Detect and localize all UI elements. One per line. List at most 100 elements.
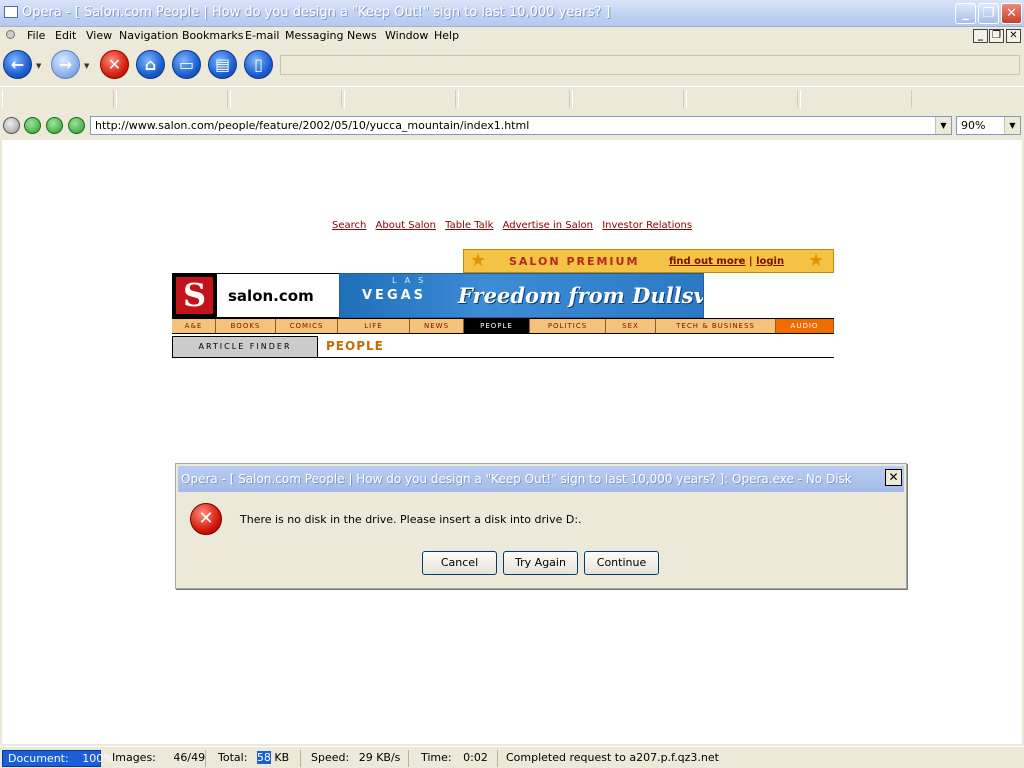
menu-edit[interactable]: Edit (55, 29, 76, 42)
address-field[interactable]: http://www.salon.com/people/feature/2002… (90, 116, 952, 135)
print-icon: ▤ (214, 55, 231, 74)
cancel-button[interactable]: Cancel (422, 551, 497, 575)
status-speed: Speed: 29 KB/s (306, 750, 409, 767)
address-url: http://www.salon.com/people/feature/2002… (95, 119, 530, 132)
opera-window: Opera - [ Salon.com People | How do you … (0, 0, 1024, 768)
section-politics[interactable]: POLITICS (530, 319, 606, 333)
back-arrow-icon: ← (10, 55, 25, 74)
minimize-button[interactable]: _ (955, 3, 976, 24)
premium-links: find out more | login (669, 256, 784, 267)
personal-bar-slot[interactable] (800, 90, 912, 108)
section-books[interactable]: BOOKS (216, 319, 276, 333)
status-document-label: Document: (8, 752, 69, 765)
login-link[interactable]: login (756, 256, 784, 267)
mdi-close-button[interactable]: ✕ (1006, 29, 1021, 43)
ad-slogan: Freedom from Dullsville (458, 283, 703, 308)
status-total-unit: KB (274, 751, 290, 764)
section-audio[interactable]: AUDIO (776, 319, 834, 333)
menu-bar: File Edit View Navigation Bookmarks E-ma… (0, 27, 1024, 46)
personal-bar-slot[interactable] (458, 90, 570, 108)
section-news[interactable]: NEWS (410, 319, 464, 333)
status-images-label: Images: (112, 751, 156, 764)
bookmark-icon[interactable] (68, 117, 85, 134)
article-finder-button[interactable]: ARTICLE FINDER (172, 336, 318, 358)
address-dropdown-icon[interactable]: ▼ (935, 117, 951, 134)
menu-window[interactable]: Window (385, 29, 428, 42)
dialog-title: Opera - [ Salon.com People | How do you … (181, 472, 852, 486)
link-table-talk[interactable]: Table Talk (445, 220, 493, 231)
star-icon: ★ (808, 250, 825, 271)
home-button[interactable]: ⌂ (136, 50, 165, 79)
continue-button[interactable]: Continue (584, 551, 659, 575)
try-again-button[interactable]: Try Again (503, 551, 578, 575)
find-out-more-link[interactable]: find out more (669, 256, 745, 267)
status-images: Images: 46/49 (107, 750, 206, 767)
menu-email[interactable]: E-mail (245, 29, 280, 42)
restore-button[interactable]: ❐ (978, 3, 999, 24)
view-icon[interactable] (24, 117, 41, 134)
close-icon: ✕ (1006, 6, 1017, 21)
personal-bar-slot[interactable] (230, 90, 342, 108)
restore-icon: ❐ (982, 6, 995, 21)
menu-view[interactable]: View (86, 29, 112, 42)
stop-button[interactable]: ✕ (100, 50, 129, 79)
menu-bookmarks[interactable]: Bookmarks (182, 29, 243, 42)
salon-logo[interactable]: S (172, 273, 217, 318)
address-bar-row: http://www.salon.com/people/feature/2002… (0, 113, 1024, 139)
section-people[interactable]: PEOPLE (464, 319, 530, 333)
zoom-select[interactable]: 90% ▼ (956, 116, 1021, 135)
dialog-close-button[interactable]: ✕ (885, 469, 902, 486)
status-speed-label: Speed: (311, 751, 350, 764)
forward-button[interactable]: → (51, 50, 80, 79)
link-investor-relations[interactable]: Investor Relations (602, 220, 692, 231)
menu-news[interactable]: News (347, 29, 377, 42)
mdi-restore-button[interactable]: ❐ (989, 29, 1004, 43)
link-search[interactable]: Search (332, 220, 366, 231)
status-total-value: 58 (256, 751, 271, 764)
top-links: Search About Salon Table Talk Advertise … (2, 220, 1022, 231)
premium-separator: | (748, 256, 753, 267)
mdi-minimize-button[interactable]: _ (973, 29, 988, 43)
personal-bar-slot[interactable] (572, 90, 684, 108)
link-advertise[interactable]: Advertise in Salon (503, 220, 593, 231)
menu-help[interactable]: Help (434, 29, 459, 42)
section-sex[interactable]: SEX (606, 319, 656, 333)
las-vegas-ad-banner[interactable]: LAS VEGAS Freedom from Dullsville (339, 273, 704, 318)
status-total: Total: 58 KB (213, 750, 301, 767)
personal-bar-slot[interactable] (344, 90, 456, 108)
menu-file[interactable]: File (27, 29, 45, 42)
section-ae[interactable]: A&E (172, 319, 216, 333)
section-tech-business[interactable]: TECH & BUSINESS (656, 319, 776, 333)
security-icon[interactable] (3, 117, 20, 134)
link-about-salon[interactable]: About Salon (376, 220, 436, 231)
personal-bar-slot[interactable] (2, 90, 114, 108)
hotlist-button[interactable]: ▭ (172, 50, 201, 79)
forward-history-dropdown-icon[interactable]: ▼ (84, 62, 89, 70)
personal-bar-slot[interactable] (686, 90, 798, 108)
print-button[interactable]: ▤ (208, 50, 237, 79)
menu-navigation[interactable]: Navigation (119, 29, 178, 42)
site-name-box[interactable]: salon.com (217, 273, 339, 318)
status-document: Document: 100% (2, 750, 114, 767)
ad-las: LAS (392, 276, 432, 285)
dialog-title-bar[interactable]: Opera - [ Salon.com People | How do you … (178, 466, 904, 492)
menu-messaging[interactable]: Messaging (285, 29, 343, 42)
opera-menu-icon[interactable] (6, 30, 15, 39)
home-icon: ⌂ (144, 55, 157, 74)
section-life[interactable]: LIFE (338, 319, 410, 333)
close-window-button[interactable]: ✕ (1001, 3, 1022, 24)
status-speed-value: 29 KB/s (358, 751, 401, 764)
personal-bar-slot[interactable] (116, 90, 228, 108)
forward-arrow-icon: → (58, 55, 73, 74)
salon-premium-banner[interactable]: ★ SALON PREMIUM find out more | login ★ (463, 249, 834, 273)
zoom-dropdown-icon[interactable]: ▼ (1004, 117, 1020, 134)
back-history-dropdown-icon[interactable]: ▼ (36, 62, 41, 70)
new-page-button[interactable]: ▯ (244, 50, 273, 79)
back-button[interactable]: ← (3, 50, 32, 79)
window-title: Opera - [ Salon.com People | How do you … (22, 5, 611, 20)
status-images-value: 46/49 (173, 751, 206, 764)
history-icon[interactable] (46, 117, 63, 134)
toolbar-search-area[interactable] (280, 55, 1020, 75)
error-icon: ✕ (190, 503, 222, 535)
section-comics[interactable]: COMICS (276, 319, 338, 333)
